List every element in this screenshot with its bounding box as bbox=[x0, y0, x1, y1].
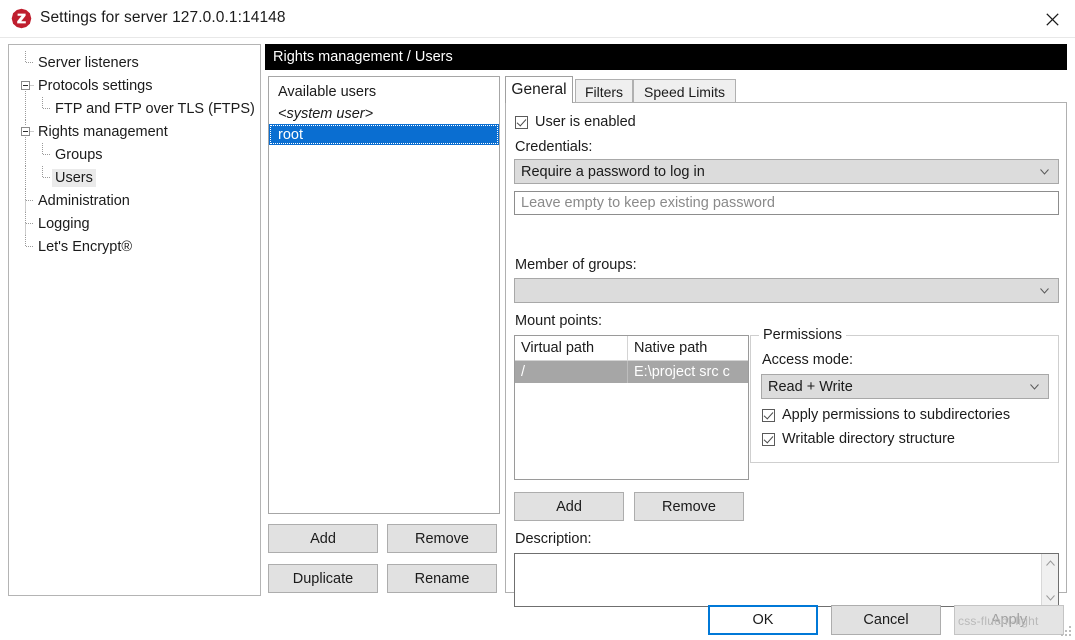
tree-item-label: Administration bbox=[38, 192, 130, 209]
remove-user-button[interactable]: Remove bbox=[387, 524, 497, 553]
filezilla-icon bbox=[11, 8, 32, 29]
user-list-item-system-user[interactable]: <system user> bbox=[269, 103, 499, 124]
cell-virtual-path: / bbox=[515, 361, 628, 383]
tree-item-logging[interactable]: Logging bbox=[9, 212, 260, 235]
chevron-down-icon bbox=[1030, 383, 1039, 390]
mount-points-label: Mount points: bbox=[515, 313, 603, 329]
apply-button[interactable]: Apply bbox=[954, 605, 1064, 635]
rename-user-button[interactable]: Rename bbox=[387, 564, 497, 593]
duplicate-user-button[interactable]: Duplicate bbox=[268, 564, 378, 593]
cancel-button[interactable]: Cancel bbox=[831, 605, 941, 635]
user-is-enabled-label: User is enabled bbox=[535, 114, 636, 130]
column-header-virtual-path[interactable]: Virtual path bbox=[515, 336, 628, 361]
tree-item-users[interactable]: Users bbox=[9, 166, 260, 189]
tab-speed-limits[interactable]: Speed Limits bbox=[633, 79, 736, 103]
detail-tabstrip: General Filters Speed Limits bbox=[505, 76, 1067, 103]
tree-item-label: Logging bbox=[38, 215, 90, 232]
credentials-mode-select[interactable]: Require a password to log in bbox=[514, 159, 1059, 184]
scroll-down-icon[interactable] bbox=[1042, 589, 1059, 606]
description-label: Description: bbox=[515, 531, 592, 547]
cell-native-path: E:\project src c bbox=[634, 364, 730, 380]
tree-item-label: Rights management bbox=[38, 123, 168, 140]
tree-item-administration[interactable]: Administration bbox=[9, 189, 260, 212]
scroll-up-icon[interactable] bbox=[1042, 554, 1059, 571]
tree-item-lets-encrypt[interactable]: Let's Encrypt® bbox=[9, 235, 260, 258]
ok-button[interactable]: OK bbox=[708, 605, 818, 635]
content-header-label: Rights management / Users bbox=[273, 49, 453, 65]
tab-panel-general: User is enabled Credentials: Require a p… bbox=[505, 102, 1067, 607]
password-input[interactable]: Leave empty to keep existing password bbox=[514, 191, 1059, 215]
resize-grip-icon[interactable] bbox=[1061, 626, 1072, 637]
tree-item-rights-management[interactable]: Rights management bbox=[9, 120, 260, 143]
tree-item-protocols-settings[interactable]: Protocols settings bbox=[9, 74, 260, 97]
add-user-button[interactable]: Add bbox=[268, 524, 378, 553]
password-placeholder: Leave empty to keep existing password bbox=[521, 195, 775, 211]
tree-item-label: Users bbox=[52, 168, 96, 187]
tree-expander-rights[interactable] bbox=[21, 127, 30, 136]
user-list-item-label: root bbox=[278, 126, 303, 143]
description-text[interactable] bbox=[515, 554, 1041, 606]
tree-item-label: Let's Encrypt® bbox=[38, 238, 133, 255]
available-users-title: Available users bbox=[278, 84, 377, 100]
table-row[interactable]: / E:\project src c bbox=[515, 361, 748, 383]
checkbox-box-icon bbox=[762, 408, 775, 422]
writable-directory-structure-label: Writable directory structure bbox=[782, 431, 955, 447]
checkbox-box-icon bbox=[762, 432, 775, 446]
tree-expander-protocols[interactable] bbox=[21, 81, 30, 90]
member-of-groups-label: Member of groups: bbox=[515, 257, 637, 273]
available-users-panel: Available users <system user> root bbox=[268, 76, 500, 514]
user-list-item-root[interactable]: root bbox=[269, 124, 499, 145]
member-of-groups-select[interactable] bbox=[514, 278, 1059, 303]
remove-mount-point-button[interactable]: Remove bbox=[634, 492, 744, 521]
apply-permissions-subdirectories-label: Apply permissions to subdirectories bbox=[782, 407, 1011, 423]
tree-item-label: Server listeners bbox=[38, 54, 139, 71]
apply-permissions-subdirectories-checkbox[interactable]: Apply permissions to subdirectories bbox=[762, 407, 1010, 423]
title-bar: Settings for server 127.0.0.1:14148 bbox=[0, 0, 1075, 38]
window-title: Settings for server 127.0.0.1:14148 bbox=[40, 9, 286, 26]
access-mode-label: Access mode: bbox=[762, 352, 854, 368]
tab-general[interactable]: General bbox=[505, 76, 573, 103]
tree-item-ftp-ftps[interactable]: FTP and FTP over TLS (FTPS) bbox=[9, 97, 260, 120]
mount-points-table[interactable]: Virtual path Native path / E:\project sr… bbox=[514, 335, 749, 480]
credentials-mode-value: Require a password to log in bbox=[521, 163, 705, 180]
tree-item-label: Groups bbox=[55, 146, 103, 163]
tree-item-groups[interactable]: Groups bbox=[9, 143, 260, 166]
writable-directory-structure-checkbox[interactable]: Writable directory structure bbox=[762, 431, 955, 447]
chevron-down-icon bbox=[1040, 168, 1049, 175]
access-mode-select[interactable]: Read + Write bbox=[761, 374, 1049, 399]
tree-item-label: Protocols settings bbox=[38, 77, 153, 94]
chevron-down-icon bbox=[1040, 287, 1049, 294]
credentials-label: Credentials: bbox=[515, 139, 593, 155]
tree-connector bbox=[25, 166, 51, 189]
tab-filters[interactable]: Filters bbox=[575, 79, 633, 103]
tree-item-server-listeners[interactable]: Server listeners bbox=[9, 51, 260, 74]
mount-points-header-row: Virtual path Native path bbox=[515, 336, 748, 361]
tree-item-label: FTP and FTP over TLS (FTPS) bbox=[55, 100, 255, 117]
permissions-groupbox-title: Permissions bbox=[759, 327, 846, 343]
settings-tree-panel: Server listeners Protocols settings FTP … bbox=[8, 44, 261, 596]
tree-connector bbox=[25, 143, 51, 166]
access-mode-value: Read + Write bbox=[768, 378, 853, 395]
add-mount-point-button[interactable]: Add bbox=[514, 492, 624, 521]
user-list-item-label: <system user> bbox=[278, 105, 374, 122]
settings-tree: Server listeners Protocols settings FTP … bbox=[9, 45, 260, 258]
description-textarea[interactable] bbox=[514, 553, 1059, 607]
close-icon[interactable] bbox=[1029, 0, 1075, 38]
user-detail-pane: General Filters Speed Limits User is ena… bbox=[505, 76, 1067, 607]
settings-dialog: Settings for server 127.0.0.1:14148 Serv… bbox=[0, 0, 1075, 640]
description-scrollbar[interactable] bbox=[1041, 554, 1058, 606]
checkbox-box-icon bbox=[515, 115, 528, 129]
column-header-native-path[interactable]: Native path bbox=[628, 336, 748, 361]
user-is-enabled-checkbox[interactable]: User is enabled bbox=[515, 114, 636, 130]
permissions-groupbox: Permissions Access mode: Read + Write Ap… bbox=[750, 327, 1059, 463]
content-header: Rights management / Users bbox=[265, 44, 1067, 70]
